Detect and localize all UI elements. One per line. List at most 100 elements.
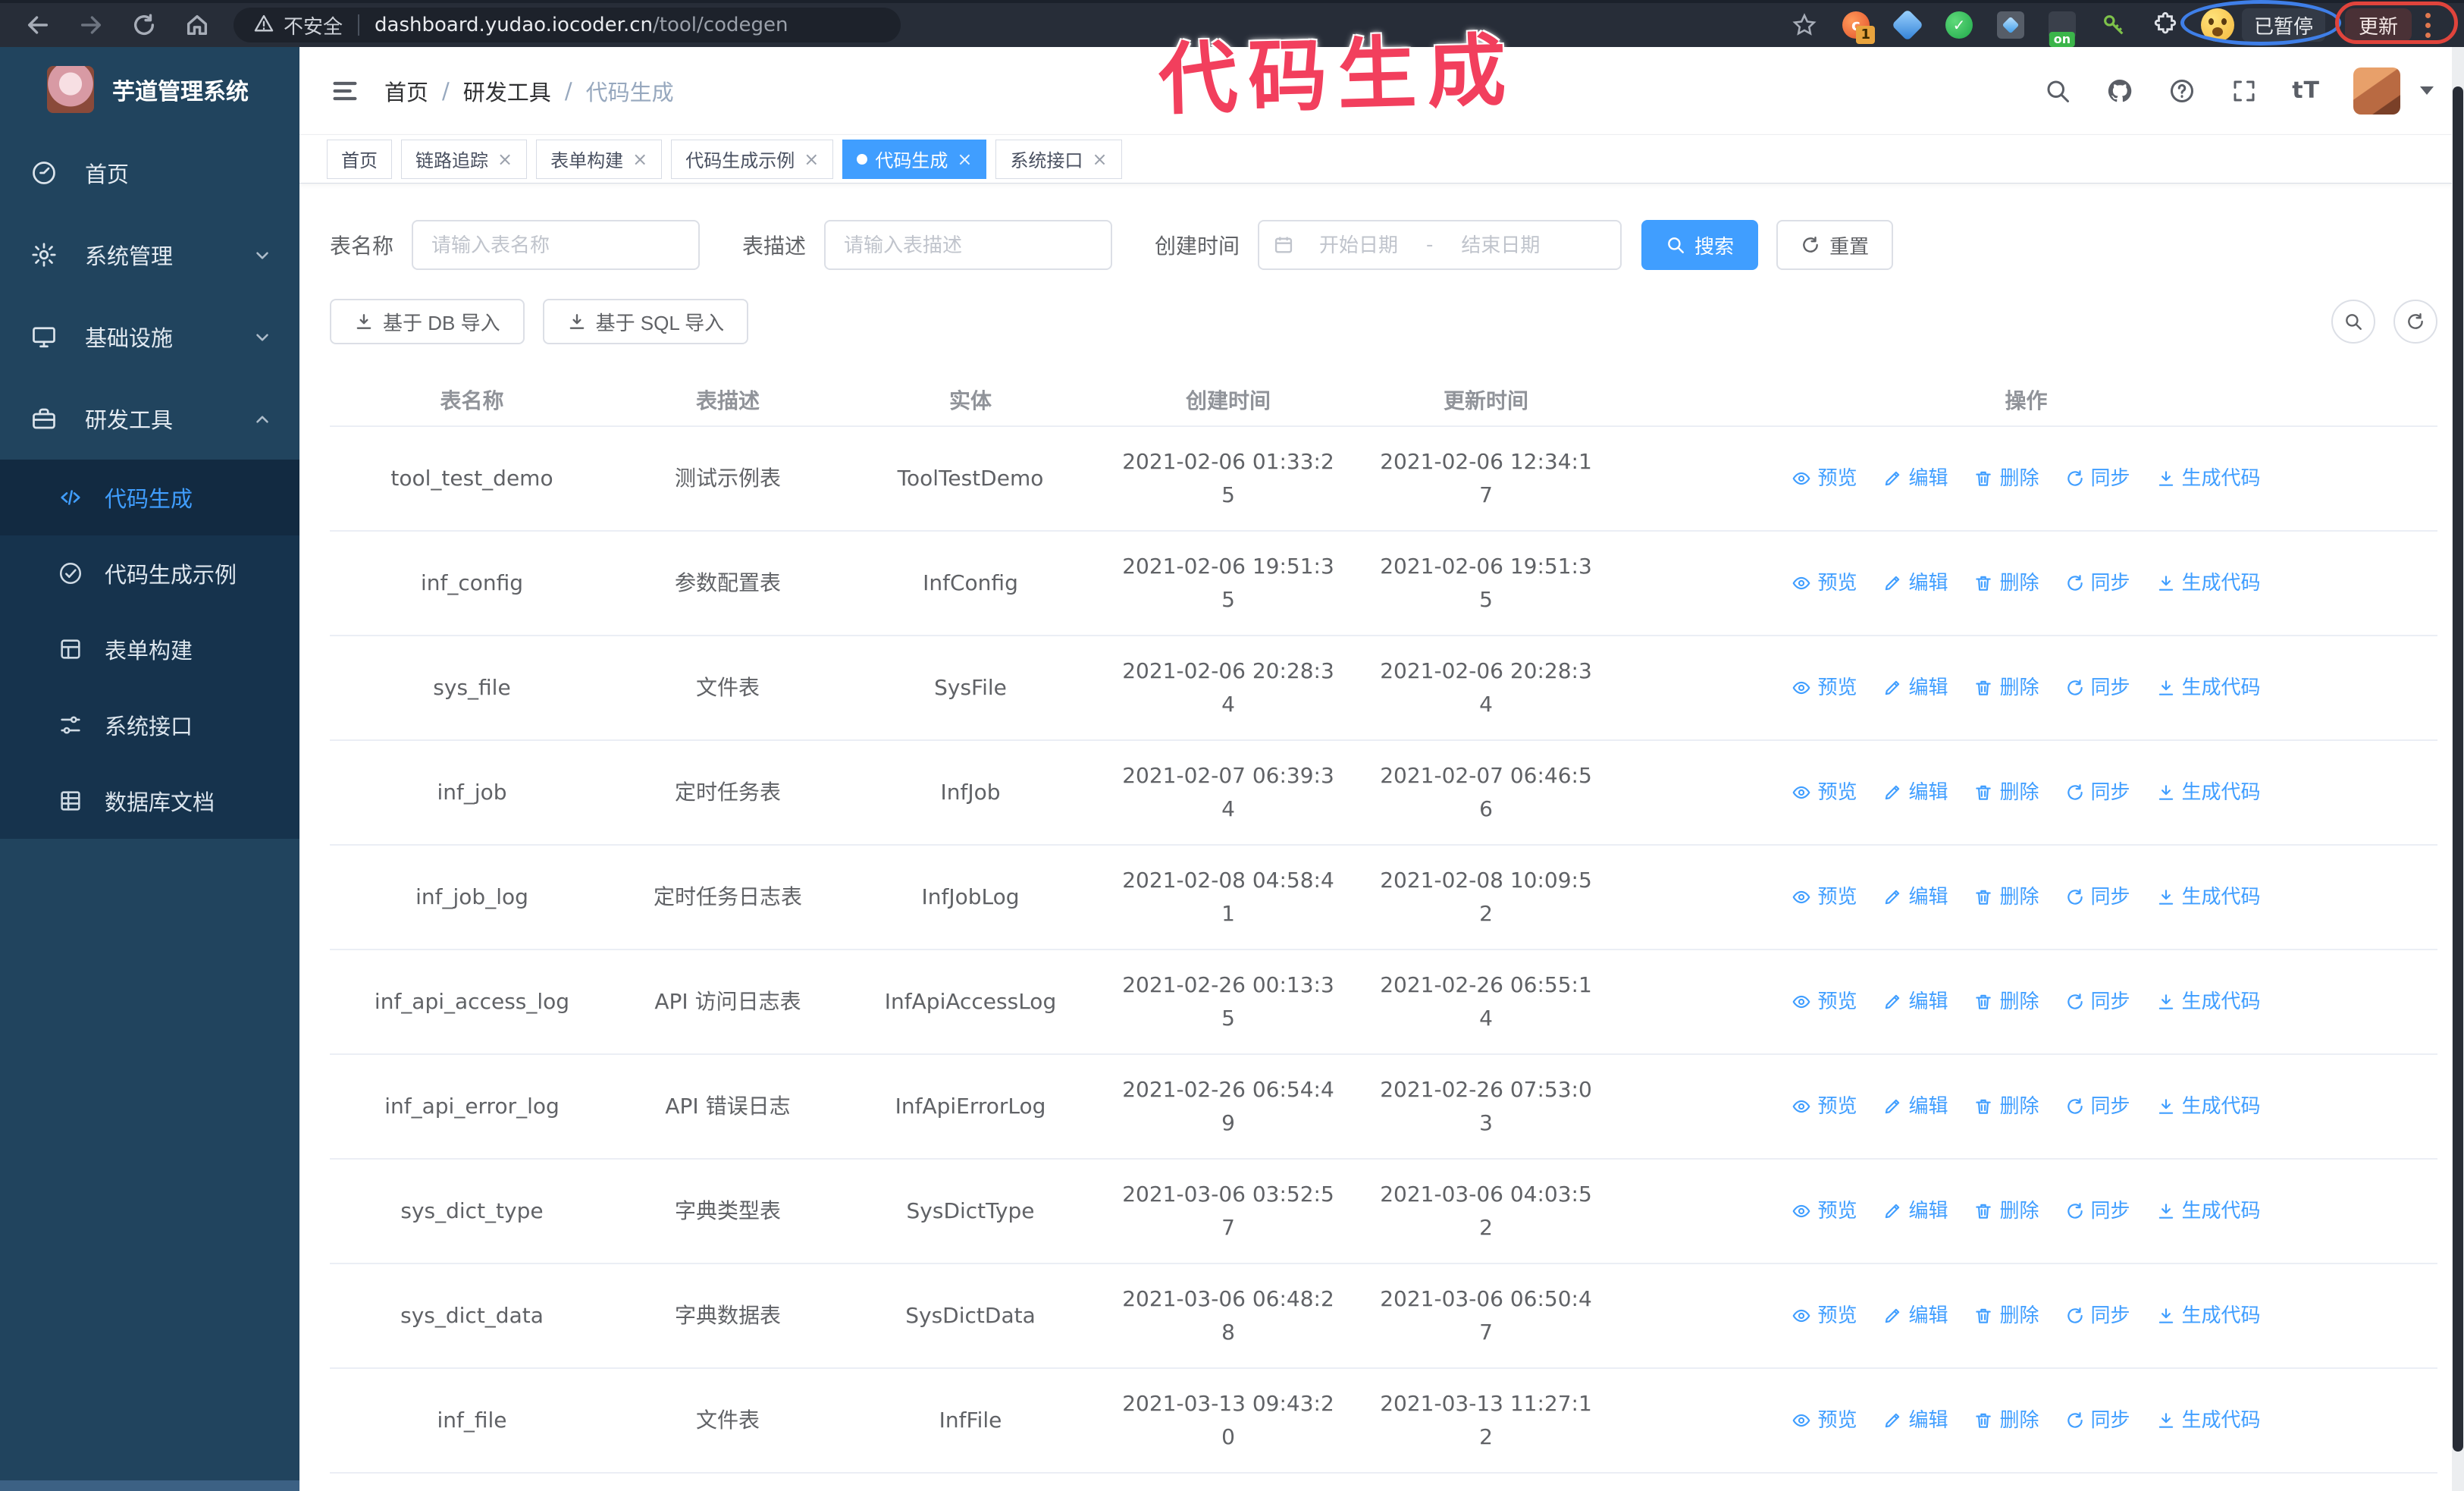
page-scrollbar[interactable] [2452, 47, 2464, 1491]
preview-link[interactable]: 预览 [1792, 1090, 1857, 1123]
edit-link[interactable]: 编辑 [1882, 985, 1948, 1019]
sidebar-fold-icon[interactable] [330, 76, 360, 106]
generate-code-link[interactable]: 生成代码 [2156, 462, 2261, 495]
tab-tracing[interactable]: 链路追踪 × [401, 139, 528, 179]
help-icon[interactable] [2168, 77, 2196, 105]
generate-code-link[interactable]: 生成代码 [2156, 985, 2261, 1019]
sync-link[interactable]: 同步 [2065, 1404, 2130, 1437]
tab-codegen-example[interactable]: 代码生成示例 × [671, 139, 834, 179]
delete-link[interactable]: 删除 [1973, 1299, 2039, 1332]
fullscreen-icon[interactable] [2230, 77, 2259, 105]
sync-link[interactable]: 同步 [2065, 1090, 2130, 1123]
preview-link[interactable]: 预览 [1792, 1404, 1857, 1437]
preview-link[interactable]: 预览 [1792, 1194, 1857, 1228]
refresh-table-button[interactable] [2393, 300, 2437, 344]
edit-link[interactable]: 编辑 [1882, 776, 1948, 809]
generate-code-link[interactable]: 生成代码 [2156, 1090, 2261, 1123]
delete-link[interactable]: 删除 [1973, 462, 2039, 495]
sync-link[interactable]: 同步 [2065, 462, 2130, 495]
edit-link[interactable]: 编辑 [1882, 880, 1948, 914]
extension-icon-5[interactable]: on [2046, 9, 2078, 47]
close-tab-icon[interactable]: × [957, 150, 972, 168]
close-tab-icon[interactable]: × [497, 150, 513, 168]
date-range-picker[interactable]: - [1258, 220, 1622, 270]
breadcrumb-home[interactable]: 首页 [384, 75, 428, 107]
delete-link[interactable]: 删除 [1973, 671, 2039, 705]
extension-icon-2[interactable] [1891, 8, 1924, 42]
sync-link[interactable]: 同步 [2065, 880, 2130, 914]
close-tab-icon[interactable]: × [632, 150, 647, 168]
sync-link[interactable]: 同步 [2065, 776, 2130, 809]
sidebar-item-home[interactable]: 首页 [0, 132, 299, 214]
bookmark-star-icon[interactable] [1788, 9, 1820, 41]
browser-back-icon[interactable] [23, 10, 53, 40]
import-db-button[interactable]: 基于 DB 导入 [330, 299, 525, 344]
edit-link[interactable]: 编辑 [1882, 1194, 1948, 1228]
extension-icon-6[interactable] [2098, 9, 2130, 41]
browser-forward-icon[interactable] [76, 10, 106, 40]
generate-code-link[interactable]: 生成代码 [2156, 880, 2261, 914]
end-date-input[interactable] [1436, 233, 1566, 257]
sidebar-item-codegen[interactable]: 代码生成 [0, 460, 299, 535]
generate-code-link[interactable]: 生成代码 [2156, 1299, 2261, 1332]
close-tab-icon[interactable]: × [804, 150, 819, 168]
preview-link[interactable]: 预览 [1792, 671, 1857, 705]
start-date-input[interactable] [1294, 233, 1424, 257]
sidebar-logo[interactable]: 芋道管理系统 [0, 47, 299, 132]
delete-link[interactable]: 删除 [1973, 1090, 2039, 1123]
generate-code-link[interactable]: 生成代码 [2156, 671, 2261, 705]
delete-link[interactable]: 删除 [1973, 1194, 2039, 1228]
table-desc-input[interactable] [824, 220, 1113, 270]
sidebar-item-infra[interactable]: 基础设施 [0, 296, 299, 378]
github-icon[interactable] [2105, 77, 2134, 105]
browser-home-icon[interactable] [182, 10, 212, 40]
delete-link[interactable]: 删除 [1973, 880, 2039, 914]
generate-code-link[interactable]: 生成代码 [2156, 776, 2261, 809]
browser-update-button[interactable]: 更新 [2344, 8, 2412, 42]
profile-paused-chip[interactable]: 已暂停 [2200, 8, 2325, 42]
sidebar-item-db-doc[interactable]: 数据库文档 [0, 763, 299, 839]
tab-home[interactable]: 首页 [327, 139, 392, 179]
edit-link[interactable]: 编辑 [1882, 1090, 1948, 1123]
tab-system-api[interactable]: 系统接口 × [995, 139, 1122, 179]
avatar-caret-icon[interactable] [2420, 86, 2434, 95]
scrollbar-thumb[interactable] [2453, 86, 2463, 1452]
sidebar-item-codegen-example[interactable]: 代码生成示例 [0, 535, 299, 611]
reset-button[interactable]: 重置 [1776, 220, 1894, 270]
sync-link[interactable]: 同步 [2065, 671, 2130, 705]
sidebar-item-form-builder[interactable]: 表单构建 [0, 611, 299, 687]
sync-link[interactable]: 同步 [2065, 567, 2130, 600]
extension-icon-1[interactable]: c 1 [1840, 9, 1875, 44]
sidebar-item-system-api[interactable]: 系统接口 [0, 687, 299, 763]
extension-icon-4[interactable] [1995, 9, 2027, 41]
address-bar[interactable]: 不安全 dashboard.yudao.iocoder.cn/tool/code… [234, 8, 901, 42]
generate-code-link[interactable]: 生成代码 [2156, 1404, 2261, 1437]
sidebar-item-system[interactable]: 系统管理 [0, 214, 299, 296]
search-button[interactable]: 搜索 [1641, 220, 1759, 270]
extensions-puzzle-icon[interactable] [2149, 9, 2181, 41]
sync-link[interactable]: 同步 [2065, 985, 2130, 1019]
breadcrumb-devtools[interactable]: 研发工具 [463, 75, 551, 107]
sync-link[interactable]: 同步 [2065, 1194, 2130, 1228]
preview-link[interactable]: 预览 [1792, 1299, 1857, 1332]
close-tab-icon[interactable]: × [1092, 150, 1107, 168]
tab-form-builder[interactable]: 表单构建 × [536, 139, 663, 179]
generate-code-link[interactable]: 生成代码 [2156, 567, 2261, 600]
delete-link[interactable]: 删除 [1973, 1404, 2039, 1437]
edit-link[interactable]: 编辑 [1882, 1404, 1948, 1437]
import-sql-button[interactable]: 基于 SQL 导入 [542, 299, 749, 344]
preview-link[interactable]: 预览 [1792, 776, 1857, 809]
delete-link[interactable]: 删除 [1973, 985, 2039, 1019]
header-search-icon[interactable] [2043, 77, 2072, 105]
table-name-input[interactable] [412, 220, 701, 270]
browser-menu-icon[interactable] [2422, 10, 2434, 41]
font-size-icon[interactable]: tT [2292, 77, 2320, 104]
edit-link[interactable]: 编辑 [1882, 671, 1948, 705]
delete-link[interactable]: 删除 [1973, 567, 2039, 600]
preview-link[interactable]: 预览 [1792, 880, 1857, 914]
preview-link[interactable]: 预览 [1792, 985, 1857, 1019]
delete-link[interactable]: 删除 [1973, 776, 2039, 809]
browser-reload-icon[interactable] [129, 10, 159, 40]
edit-link[interactable]: 编辑 [1882, 462, 1948, 495]
user-avatar[interactable] [2353, 67, 2400, 115]
